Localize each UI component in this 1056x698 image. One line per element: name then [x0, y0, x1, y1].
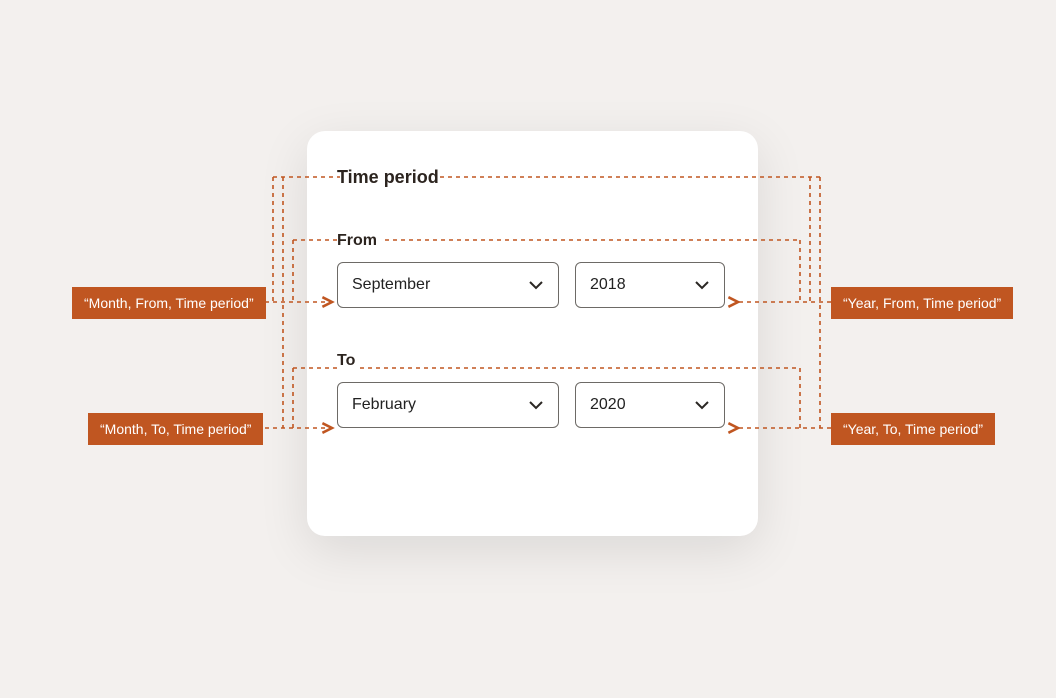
from-month-value: September [352, 276, 430, 294]
to-label: To [337, 352, 728, 370]
from-row: September 2018 [337, 262, 728, 308]
chevron-down-icon [528, 277, 544, 293]
from-year-value: 2018 [590, 276, 626, 294]
from-label: From [337, 232, 728, 250]
annotation-from-year: “Year, From, Time period” [831, 287, 1013, 319]
to-month-value: February [352, 396, 416, 414]
annotation-to-month: “Month, To, Time period” [88, 413, 263, 445]
from-year-select[interactable]: 2018 [575, 262, 725, 308]
to-row: February 2020 [337, 382, 728, 428]
chevron-down-icon [694, 277, 710, 293]
chevron-down-icon [694, 397, 710, 413]
to-month-select[interactable]: February [337, 382, 559, 428]
time-period-card: Time period From September 2018 To Febru… [307, 131, 758, 536]
chevron-down-icon [528, 397, 544, 413]
card-title: Time period [337, 167, 728, 188]
annotation-to-year: “Year, To, Time period” [831, 413, 995, 445]
annotation-from-month: “Month, From, Time period” [72, 287, 266, 319]
to-year-value: 2020 [590, 396, 626, 414]
from-month-select[interactable]: September [337, 262, 559, 308]
to-year-select[interactable]: 2020 [575, 382, 725, 428]
